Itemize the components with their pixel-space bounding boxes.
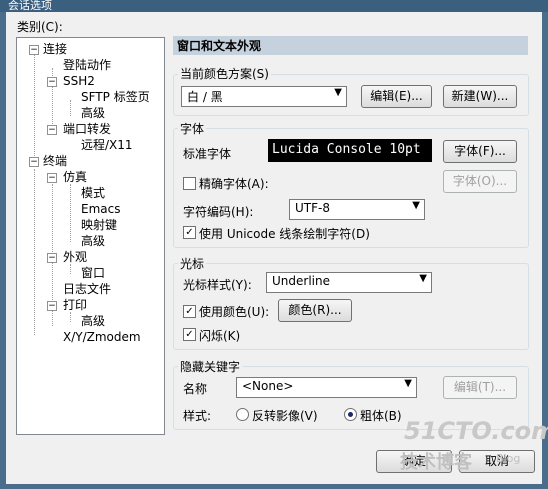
tree-item-log-file[interactable]: 日志文件 [63,282,111,296]
tree-item-emacs[interactable]: Emacs [81,202,120,216]
unicode-line-checkbox[interactable]: ✓ [183,226,196,239]
chevron-down-icon: ▼ [334,87,342,98]
encoding-select[interactable]: UTF-8 ▼ [289,199,425,220]
watermark-site: 51CTO.com [404,417,548,445]
encoding-value: UTF-8 [295,201,330,215]
collapse-icon[interactable]: − [47,173,57,183]
tree-item-xyzmodem[interactable]: X/Y/Zmodem [63,330,141,344]
tree-item-terminal[interactable]: 终端 [43,154,67,168]
keyword-edit-button[interactable]: 编辑(T)... [443,376,517,399]
bold-label: 粗体(B) [360,409,402,423]
collapse-icon[interactable]: − [47,125,57,135]
tree-item-port-forwarding[interactable]: 端口转发 [63,122,111,136]
tree-item-printing[interactable]: 打印 [63,298,87,312]
edit-scheme-button[interactable]: 编辑(E)... [361,85,432,108]
precise-font-label: 精确字体(A): [199,177,269,191]
tree-item-appearance[interactable]: 外观 [63,250,87,264]
normal-font-preview: Lucida Console 10pt [268,139,432,162]
tree-connector [70,312,71,322]
tree-connector [70,264,71,274]
tree-item-emulation[interactable]: 仿真 [63,170,87,184]
tree-item-connection[interactable]: 连接 [43,42,67,56]
collapse-icon[interactable]: − [47,253,57,263]
keyword-style-label: 样式: [183,409,212,423]
chevron-down-icon: ▼ [412,200,420,211]
tree-item-sftp-tab[interactable]: SFTP 标签页 [81,90,150,104]
cursor-style-label: 光标样式(Y): [183,278,252,292]
font-group-label: 字体 [178,120,207,137]
blink-checkbox[interactable]: ✓ [183,328,196,341]
new-scheme-button[interactable]: 新建(W)... [443,85,517,108]
tree-item-printing-advanced[interactable]: 高级 [81,314,105,328]
tree-item-modes[interactable]: 模式 [81,186,105,200]
panel-title: 窗口和文本外观 [177,39,262,53]
watermark-blog: 技术博客 [400,452,472,473]
collapse-icon[interactable]: − [29,45,39,55]
tree-item-window[interactable]: 窗口 [81,266,105,280]
bold-radio[interactable] [344,408,357,421]
color-scheme-select[interactable]: 白 / 黑 ▼ [181,86,347,107]
precise-font-checkbox[interactable] [183,177,196,190]
tree-item-logon-actions[interactable]: 登陆动作 [63,58,111,72]
window-title: 会话选项 [8,0,52,12]
collapse-icon[interactable]: − [47,301,57,311]
panel-header: 窗口和文本外观 [173,36,528,55]
normal-font-label: 标准字体 [183,147,232,161]
keyword-name-label: 名称 [183,382,208,396]
use-color-label: 使用颜色(U): [199,305,270,319]
tree-connector [34,52,35,160]
tree-item-mapped-keys[interactable]: 映射键 [81,218,117,232]
reverse-video-radio[interactable] [236,408,249,421]
keyword-name-value: <None> [242,379,294,393]
tree-connector [34,169,35,335]
keyword-name-select[interactable]: <None> ▼ [236,377,417,398]
tree-connector [70,100,71,116]
tree-item-ssh2-advanced[interactable]: 高级 [81,106,105,120]
color-scheme-label: 当前颜色方案(S) [178,65,271,82]
watermark-blog-en: Blog [496,452,521,465]
window-frame-left [0,12,6,489]
category-label: 类别(C): [17,20,63,34]
tree-item-ssh2[interactable]: SSH2 [63,74,95,88]
tree-connector [70,184,71,242]
collapse-icon[interactable]: − [29,157,39,167]
use-color-checkbox[interactable]: ✓ [183,305,196,318]
tree-item-emulation-advanced[interactable]: 高级 [81,234,105,248]
chevron-down-icon: ▼ [419,273,427,284]
cursor-style-select[interactable]: Underline ▼ [266,272,432,293]
normal-font-button[interactable]: 字体(F)... [443,140,517,163]
tree-item-remote-x11[interactable]: 远程/X11 [81,138,133,152]
category-tree[interactable]: − 连接 登陆动作 − SSH2 SFTP 标签页 高级 − 端口转发 远程/X… [16,37,165,435]
encoding-label: 字符编码(H): [183,205,254,219]
unicode-line-label: 使用 Unicode 线条绘制字符(D) [199,227,370,241]
blink-label: 闪烁(K) [199,329,241,343]
reverse-video-label: 反转影像(V) [252,409,318,423]
window-frame-bottom [0,484,548,489]
chevron-down-icon: ▼ [404,378,412,389]
collapse-icon[interactable]: − [47,77,57,87]
keyword-group-label: 隐藏关键字 [178,358,243,375]
cursor-group-label: 光标 [178,255,207,272]
color-scheme-value: 白 / 黑 [187,90,223,104]
cursor-color-button[interactable]: 颜色(R)... [278,299,352,322]
title-bar: 会话选项 [0,0,548,12]
precise-font-button[interactable]: 字体(O)... [443,170,517,193]
cursor-style-value: Underline [272,274,330,288]
